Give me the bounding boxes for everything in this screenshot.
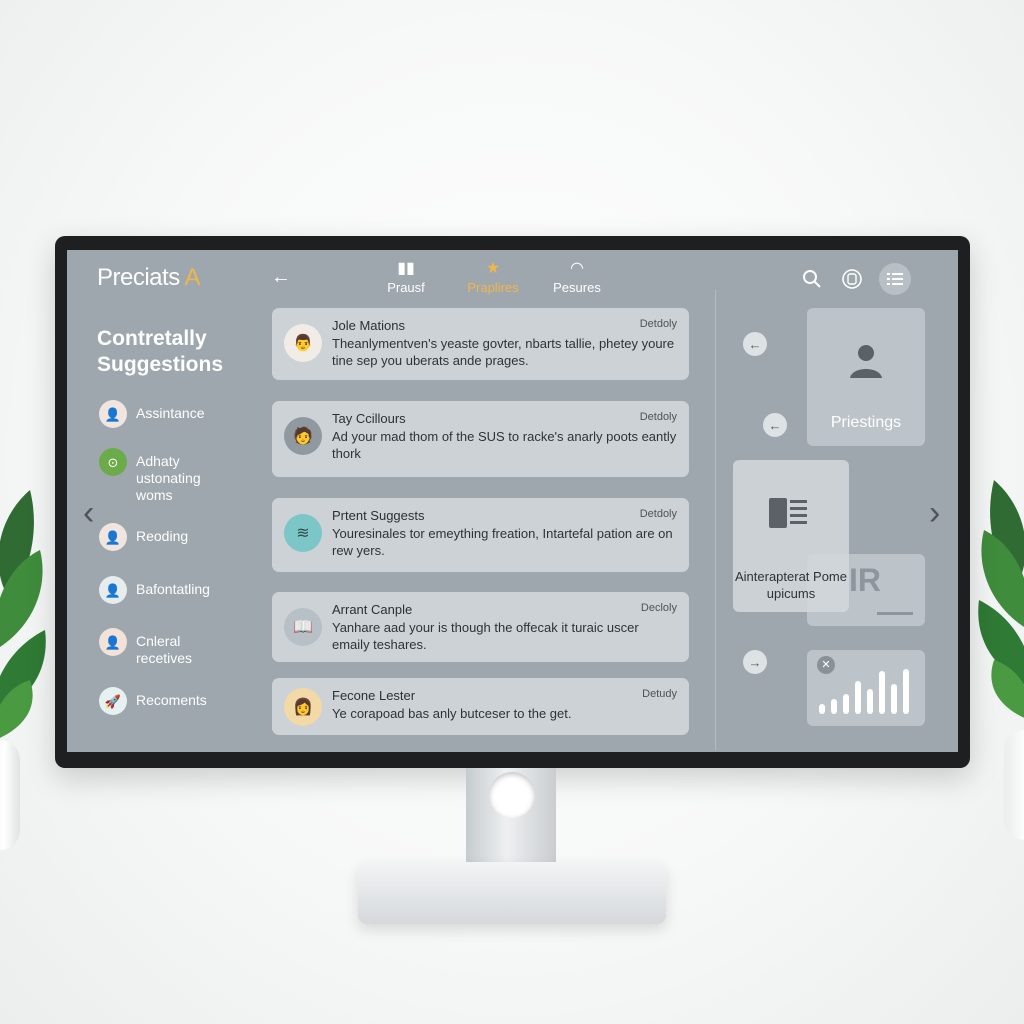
chart-card[interactable]: ✕: [807, 650, 925, 726]
sidebar-item-label: Cnleral recetives: [136, 633, 193, 666]
tab-label: Pesures: [553, 280, 601, 295]
sidebar-item-label: Bafontatling: [136, 581, 210, 597]
message-card[interactable]: 🧑 Tay Ccillours Detdoly Ad your mad thom…: [272, 401, 689, 477]
sidebar-title-line2: Suggestions: [97, 353, 224, 376]
message-sender: Fecone Lester: [332, 688, 416, 703]
message-text: Youresinales tor emeything freation, Int…: [332, 526, 673, 558]
sidebar-item-adhaty[interactable]: ⊙ Adhaty ustonating woms: [99, 448, 236, 504]
chevron-left-icon[interactable]: ‹: [83, 494, 94, 533]
message-time: Detudy: [642, 688, 677, 700]
document-icon: [769, 496, 809, 538]
arrow-left-icon[interactable]: ←: [763, 413, 787, 437]
message-text: Ad your mad thom of the SUS to racke's a…: [332, 429, 677, 461]
message-time: Detdoly: [639, 318, 677, 330]
message-time: Detdoly: [639, 411, 677, 423]
document-card[interactable]: Ainterapterat Pome upicums: [733, 460, 849, 612]
document-label: Ainterapterat Pome upicums: [734, 569, 847, 601]
sidebar-item-label: Adhaty ustonating woms: [136, 453, 201, 503]
star-icon: ★: [485, 260, 501, 277]
ir-text: IR: [849, 562, 881, 598]
sidebar-item-recoments[interactable]: 🚀 Recoments: [99, 687, 236, 715]
app-screen: Preciats A ← ▮▮ Prausf ★ Praplires ◠ Pes…: [67, 250, 958, 752]
sidebar-item-bafontatling[interactable]: 👤 Bafontatling: [99, 576, 236, 604]
message-text: Ye corapoad bas anly butceser to the get…: [332, 706, 572, 721]
monitor-stand-hole: [489, 772, 535, 818]
sidebar-title: Contretally Suggestions: [97, 326, 223, 378]
search-icon[interactable]: [797, 264, 827, 294]
back-arrow-icon[interactable]: ←: [271, 266, 291, 289]
sidebar-title-line1: Contretally: [97, 327, 207, 350]
message-card[interactable]: 📖 Arrant Canple Decloly Yanhare aad your…: [272, 592, 689, 662]
profile-card[interactable]: Priestings: [807, 308, 925, 446]
rocket-avatar: 🚀: [99, 687, 127, 715]
message-card[interactable]: 👨 Jole Mations Detdoly Theanlymentven's …: [272, 308, 689, 380]
monitor-stand-base: [358, 862, 666, 924]
profile-label: Priestings: [830, 414, 902, 431]
message-card[interactable]: 👩 Fecone Lester Detudy Ye corapoad bas a…: [272, 678, 689, 735]
message-card[interactable]: ≋ Prtent Suggests Detdoly Youresinales t…: [272, 498, 689, 572]
person-avatar: 👤: [99, 628, 127, 656]
chart-bars-icon: ▮▮: [397, 260, 415, 277]
chart-bar: [819, 704, 825, 714]
tab-praplires[interactable]: ★ Praplires: [453, 258, 533, 295]
contact-avatar: 👨: [284, 324, 322, 362]
message-text: Yanhare aad your is though the offecak i…: [332, 620, 639, 652]
contact-avatar: 🧑: [284, 417, 322, 455]
sidebar-item-label: Assintance: [136, 405, 205, 421]
wifi-icon: ◠: [570, 260, 584, 277]
sidebar-item-cnleral[interactable]: 👤 Cnleral recetives: [99, 628, 236, 667]
chart-bar: [867, 689, 873, 714]
panel-divider: [715, 290, 716, 750]
chart-bar: [879, 671, 885, 714]
plant-pot-right: [1004, 730, 1024, 840]
app-brand: Preciats A: [97, 264, 201, 292]
monitor-frame: Preciats A ← ▮▮ Prausf ★ Praplires ◠ Pes…: [55, 236, 970, 768]
sidebar-item-reoding[interactable]: 👤 Reoding: [99, 523, 236, 551]
book-icon: 📖: [284, 608, 322, 646]
sidebar-item-assintance[interactable]: 👤 Assintance: [99, 400, 236, 428]
message-time: Detdoly: [639, 508, 677, 520]
user-silhouette-icon: [845, 340, 887, 382]
sidebar-item-label: Recoments: [136, 692, 207, 708]
contact-avatar: 👩: [284, 688, 322, 726]
chart-bar: [891, 684, 897, 714]
message-sender: Prtent Suggests: [332, 508, 425, 523]
message-sender: Tay Ccillours: [332, 411, 406, 426]
message-time: Decloly: [640, 602, 677, 614]
chart-bar: [843, 694, 849, 714]
spotify-icon: ≋: [284, 514, 322, 552]
person-avatar: 👤: [99, 400, 127, 428]
menu-icon[interactable]: [879, 263, 911, 295]
chart-bar: [831, 699, 837, 714]
message-sender: Jole Mations: [332, 318, 405, 333]
badge-icon[interactable]: [837, 264, 867, 294]
chevron-right-icon[interactable]: ›: [929, 494, 940, 533]
arrow-right-icon[interactable]: →: [743, 650, 767, 674]
brand-accent: A: [184, 264, 201, 291]
person-avatar: 👤: [99, 523, 127, 551]
bar-chart: [819, 664, 919, 714]
arrow-left-icon[interactable]: ←: [743, 332, 767, 356]
chart-bar: [903, 669, 909, 714]
sidebar-item-label: Reoding: [136, 528, 189, 544]
person-avatar: 👤: [99, 576, 127, 604]
brand-name: Preciats: [97, 264, 180, 291]
tab-prausf[interactable]: ▮▮ Prausf: [366, 258, 446, 295]
tab-pesures[interactable]: ◠ Pesures: [537, 258, 617, 295]
ir-underline: [877, 612, 913, 615]
green-badge-avatar: ⊙: [99, 448, 127, 476]
tab-label: Prausf: [387, 280, 425, 295]
chart-bar: [855, 681, 861, 714]
message-text: Theanlymentven's yeaste govter, nbarts t…: [332, 336, 675, 368]
message-sender: Arrant Canple: [332, 602, 413, 617]
tab-label: Praplires: [467, 280, 519, 295]
plant-pot-left: [0, 740, 20, 850]
